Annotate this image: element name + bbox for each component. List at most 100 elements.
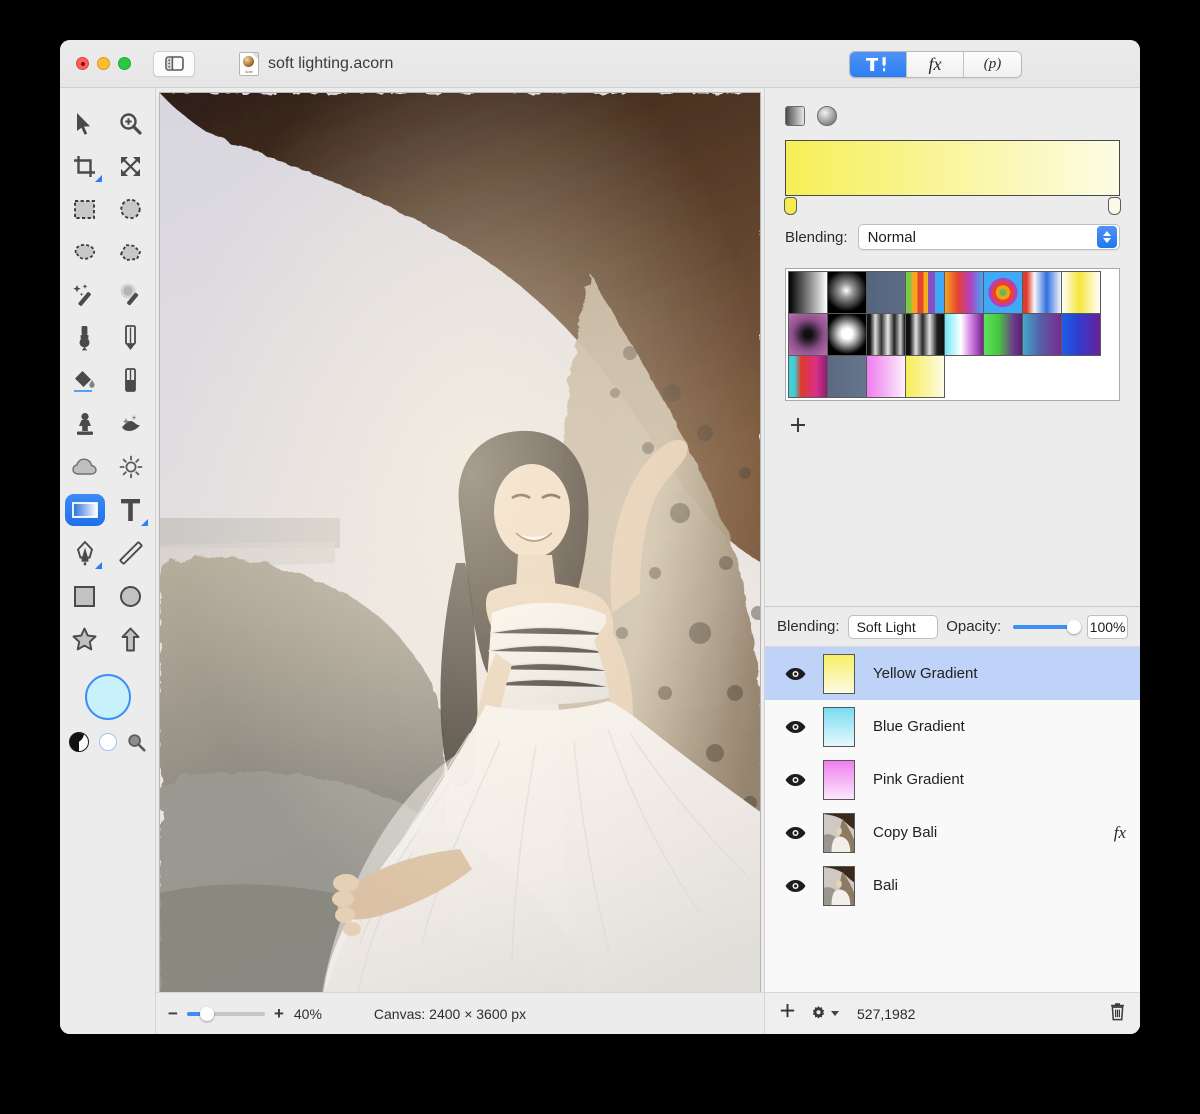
gradient-swatch-cyan-white-purple[interactable] [943,312,984,356]
canvas-size-label: Canvas: 2400 × 3600 px [373,1005,527,1022]
gradient-preview-bar[interactable] [785,140,1120,196]
gradient-swatch-transparent-yellow[interactable] [1060,270,1101,314]
pen-tool[interactable] [62,532,108,574]
gradient-swatch-yellow-to-white[interactable] [904,354,945,398]
text-tool[interactable] [108,489,154,531]
star-shape-tool[interactable] [62,618,108,660]
contrast-circle-icon[interactable] [69,732,89,752]
eraser-tool[interactable] [108,360,154,402]
tab-filters[interactable]: fx [907,52,964,77]
line-tool[interactable] [108,532,154,574]
gradient-swatch-green-to-purple[interactable] [982,312,1023,356]
gradient-swatch-purple-black-radial[interactable] [787,312,828,356]
magnifier-icon[interactable] [127,733,146,752]
layer-visibility-toggle[interactable] [785,773,815,787]
tab-tools[interactable] [850,52,907,77]
layer-settings-button[interactable] [810,1005,839,1022]
crop-tool-submenu-indicator[interactable] [94,175,102,182]
gradient-swatch-grey-stripes-a[interactable] [865,312,906,356]
ellipse-select-tool[interactable] [108,188,154,230]
gradient-stop-track[interactable] [784,196,1121,218]
layer-list[interactable]: Yellow Gradient Blue Gradient Pink Gradien… [765,647,1140,992]
chevron-down-icon [831,1011,839,1016]
image-canvas[interactable] [159,92,761,992]
zoom-button[interactable] [118,57,131,70]
layer-blending-select[interactable]: Soft Light [847,614,939,639]
inspector-segmented-control[interactable]: fx (p) [849,51,1022,78]
rectangle-select-tool[interactable] [62,188,108,230]
ellipse-shape-tool[interactable] [108,575,154,617]
close-button[interactable] [76,57,89,70]
gradient-swatch-grey-stripes-b[interactable] [904,312,945,356]
brush-tool[interactable] [62,317,108,359]
layer-visibility-toggle[interactable] [785,667,815,681]
layer-visibility-toggle[interactable] [785,826,815,840]
layer-fx-badge[interactable]: fx [1114,823,1126,843]
square-shape-icon [74,585,95,607]
foreground-color-well[interactable] [84,674,131,720]
pencil-tool[interactable] [108,317,154,359]
blur-tool[interactable] [62,446,108,488]
gradient-swatch-rainbow-stripes[interactable] [904,270,945,314]
delete-layer-button[interactable] [1109,1002,1126,1026]
white-circle-icon[interactable] [99,733,117,751]
zoom-tool[interactable] [108,102,154,144]
gradient-swatch-teal-to-purple[interactable] [1021,312,1062,356]
zoom-out-button[interactable]: − [168,1004,178,1024]
canvas-scroll-view[interactable] [156,88,764,992]
zoom-slider-knob[interactable] [199,1006,214,1021]
layer-visibility-toggle[interactable] [785,720,815,734]
gradient-blending-select[interactable]: Normal [857,224,1120,250]
polygon-lasso-tool[interactable] [108,231,154,273]
layer-opacity-slider[interactable] [1013,619,1082,634]
pen-tool-submenu-indicator[interactable] [94,562,102,569]
gradient-type-row [785,106,1120,126]
gradient-swatch-slate-blue[interactable] [865,270,906,314]
gradient-swatch-black-to-white[interactable] [787,270,828,314]
smudge-tool[interactable] [108,403,154,445]
linear-gradient-button[interactable] [785,106,805,126]
magic-wand-tool[interactable] [62,274,108,316]
acorn-main-window: Acorn soft lighting.acorn fx (p) − + 40%… [60,40,1140,1034]
layer-row[interactable]: Bali [765,859,1140,912]
sidebar-toggle-button[interactable] [153,50,195,77]
gradient-swatch-red-white-blue[interactable] [1021,270,1062,314]
gradient-stop-start[interactable] [784,197,797,215]
zoom-in-button[interactable]: + [274,1004,284,1024]
zoom-slider[interactable] [186,1006,265,1021]
layer-row[interactable]: Yellow Gradient [765,647,1140,700]
gradient-tool[interactable] [62,489,108,531]
transform-tool[interactable] [108,145,154,187]
dodge-tool[interactable] [108,446,154,488]
layer-row[interactable]: Pink Gradient [765,753,1140,806]
add-layer-button[interactable] [779,1003,796,1025]
gradient-swatch-concentric-rings[interactable] [982,270,1023,314]
gradient-swatch-slate-gray[interactable] [826,354,867,398]
rectangle-shape-tool[interactable] [62,575,108,617]
gradient-swatch-white-blob-radial[interactable] [826,312,867,356]
opacity-slider-knob[interactable] [1067,619,1082,634]
paint-bucket-tool[interactable] [62,360,108,402]
gradient-swatch-radial-white-glow[interactable] [826,270,867,314]
clone-stamp-tool[interactable] [62,403,108,445]
crop-tool[interactable] [62,145,108,187]
lasso-tool[interactable] [62,231,108,273]
gradient-stop-end[interactable] [1108,197,1121,215]
gradient-swatch-blue-to-purple[interactable] [1060,312,1101,356]
gradient-swatch-rainbow-smooth[interactable] [943,270,984,314]
tab-presets[interactable]: (p) [964,52,1021,77]
layer-opacity-field[interactable]: 100% [1087,614,1128,639]
soft-magic-wand-tool[interactable] [108,274,154,316]
text-tool-submenu-indicator[interactable] [140,519,148,526]
move-tool[interactable] [62,102,108,144]
minimize-button[interactable] [97,57,110,70]
gradient-swatch-cyan-red[interactable] [787,354,828,398]
gradient-swatch-pink-to-white[interactable] [865,354,906,398]
gradient-swatch-grid[interactable] [787,270,1117,398]
layer-row[interactable]: Copy Bali fx [765,806,1140,859]
layer-visibility-toggle[interactable] [785,879,815,893]
arrow-shape-tool[interactable] [108,618,154,660]
add-gradient-button[interactable] [785,413,811,439]
layer-row[interactable]: Blue Gradient [765,700,1140,753]
radial-gradient-button[interactable] [817,106,837,126]
